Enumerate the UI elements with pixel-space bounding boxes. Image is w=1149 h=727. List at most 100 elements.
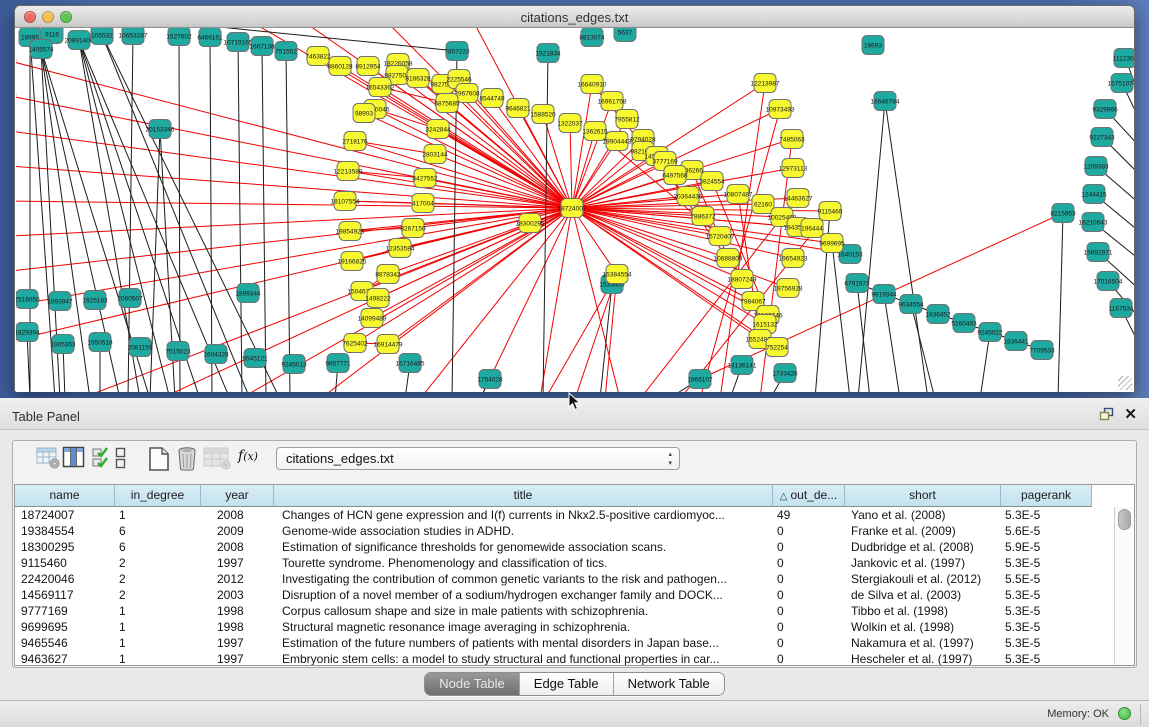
graph-node[interactable]: 9227343 xyxy=(1089,128,1115,147)
table-cell[interactable]: Stergiakouli et al. (2012) xyxy=(845,571,1001,587)
graph-edge[interactable] xyxy=(238,42,242,392)
table-cell[interactable]: 2 xyxy=(115,571,201,587)
table-cell[interactable]: 5.9E-5 xyxy=(1001,539,1092,555)
graph-node[interactable]: 1667138 xyxy=(249,37,275,56)
table-cell[interactable]: 1 xyxy=(115,603,201,619)
graph-node[interactable]: 14099489 xyxy=(358,309,387,328)
graph-node[interactable]: 8267150 xyxy=(400,219,426,238)
graph-edge[interactable] xyxy=(262,46,266,392)
graph-node[interactable]: 8544749 xyxy=(479,89,505,108)
column-header-in_degree[interactable]: in_degree xyxy=(115,485,201,507)
table-cell[interactable]: 1 xyxy=(115,635,201,651)
graph-node[interactable]: 1899344 xyxy=(235,284,261,303)
table-select-dropdown[interactable]: citations_edges.txt ▴▾ xyxy=(276,447,680,470)
graph-node[interactable]: 1498222 xyxy=(365,289,391,308)
graph-node[interactable]: 6791973 xyxy=(844,274,870,293)
graph-node[interactable]: 7485063 xyxy=(779,130,805,149)
graph-node[interactable]: 1244415 xyxy=(1081,185,1107,204)
table-row[interactable]: 969969511998Structural magnetic resonanc… xyxy=(15,619,1092,635)
graph-node[interactable]: 9329966 xyxy=(1092,100,1118,119)
graph-node[interactable]: 417004 xyxy=(412,194,434,213)
table-cell[interactable]: de Silva et al. (2003) xyxy=(845,587,1001,603)
table-cell[interactable]: 2009 xyxy=(201,523,274,539)
table-row[interactable]: 1830029562008Estimation of significance … xyxy=(15,539,1092,555)
table-row[interactable]: 946362711997Embryonic stem cells: a mode… xyxy=(15,651,1092,666)
graph-node[interactable]: 19756928 xyxy=(774,279,803,298)
graph-node[interactable]: 5875685 xyxy=(434,94,460,113)
table-settings-icon[interactable] xyxy=(36,446,61,470)
graph-node[interactable]: 8186328 xyxy=(405,69,431,88)
graph-node[interactable]: 8215953 xyxy=(1050,204,1076,223)
graph-node[interactable]: 9245013 xyxy=(281,355,307,374)
graph-node[interactable]: 3242844 xyxy=(425,120,451,139)
table-cell[interactable]: 2008 xyxy=(201,507,274,523)
column-header-title[interactable]: title xyxy=(274,485,773,507)
graph-node[interactable]: 196444 xyxy=(801,219,823,238)
graph-node[interactable]: 9245022 xyxy=(977,323,1003,342)
graph-node[interactable]: 16648784 xyxy=(871,92,900,111)
graph-node[interactable]: 1209383 xyxy=(1083,157,1109,176)
table-cell[interactable]: 9465546 xyxy=(15,635,115,651)
table-cell[interactable]: Genome-wide association studies in ADHD. xyxy=(274,523,773,539)
table-cell[interactable]: 14569117 xyxy=(15,587,115,603)
table-cell[interactable]: 5.3E-5 xyxy=(1001,619,1092,635)
graph-node[interactable]: 1866107 xyxy=(687,370,713,389)
scrollbar-thumb[interactable] xyxy=(1118,509,1131,530)
graph-node[interactable]: 1829394 xyxy=(16,323,40,342)
close-panel-icon[interactable]: ✕ xyxy=(1124,405,1137,423)
row-height-icon[interactable] xyxy=(114,446,126,470)
table-cell[interactable]: 2008 xyxy=(201,539,274,555)
table-cell[interactable]: Dudbridge et al. (2008) xyxy=(845,539,1001,555)
function-builder-icon[interactable]: f(x) xyxy=(238,448,258,464)
graph-edge[interactable] xyxy=(102,35,250,392)
graph-edge[interactable] xyxy=(570,123,572,208)
graph-node[interactable]: 8813074 xyxy=(579,28,605,47)
table-cell[interactable]: 18300295 xyxy=(15,539,115,555)
graph-node[interactable]: 1112304 xyxy=(1113,49,1134,68)
table-cell[interactable]: 9699695 xyxy=(15,619,115,635)
graph-node[interactable]: 19166825 xyxy=(338,252,367,271)
graph-node[interactable]: 8860128 xyxy=(327,57,353,76)
table-cell[interactable]: 1998 xyxy=(201,619,274,635)
table-cell[interactable]: 1997 xyxy=(201,555,274,571)
graph-node[interactable]: 1921834 xyxy=(535,44,561,63)
table-cell[interactable]: 2 xyxy=(115,555,201,571)
graph-node[interactable]: 9634554 xyxy=(898,295,924,314)
tab-node-table[interactable]: Node Table xyxy=(425,673,520,695)
node-table[interactable]: namein_degreeyeartitle△out_de...shortpag… xyxy=(14,484,1135,666)
graph-node[interactable]: 62160 xyxy=(752,195,774,214)
graph-node[interactable]: 1167534 xyxy=(1109,299,1134,318)
graph-node[interactable]: 18300295 xyxy=(516,214,545,233)
table-cell[interactable]: 1 xyxy=(115,619,201,635)
graph-node[interactable]: 1733426 xyxy=(772,364,798,383)
graph-edge[interactable] xyxy=(884,294,900,392)
graph-node[interactable]: 2516050 xyxy=(16,290,40,309)
graph-node[interactable]: 2081159 xyxy=(128,338,153,357)
graph-edge[interactable] xyxy=(210,37,212,392)
graph-edge[interactable] xyxy=(16,208,572,236)
graph-node[interactable]: 8427552 xyxy=(412,169,438,188)
table-cell[interactable]: Jankovic et al. (1997) xyxy=(845,555,1001,571)
graph-node[interactable]: 1405574 xyxy=(28,40,54,59)
select-all-columns-icon[interactable] xyxy=(92,446,112,470)
table-cell[interactable]: 2 xyxy=(115,587,201,603)
graph-node[interactable]: 8878342 xyxy=(375,265,401,284)
table-row[interactable]: 911546021997Tourette syndrome. Phenomeno… xyxy=(15,555,1092,571)
graph-node[interactable]: 15384554 xyxy=(603,265,632,284)
table-cell[interactable]: 5.3E-5 xyxy=(1001,651,1092,666)
tab-edge-table[interactable]: Edge Table xyxy=(520,673,614,695)
table-cell[interactable]: 0 xyxy=(773,603,845,619)
table-cell[interactable]: 6 xyxy=(115,523,201,539)
table-cell[interactable]: Yano et al. (2008) xyxy=(845,507,1001,523)
graph-node[interactable]: 1604328 xyxy=(203,345,229,364)
graph-node[interactable]: 1893947 xyxy=(47,292,73,311)
graph-node[interactable]: 9115460 xyxy=(818,202,843,221)
graph-edge[interactable] xyxy=(1058,213,1063,392)
table-row[interactable]: 2242004622012Investigating the contribut… xyxy=(15,571,1092,587)
table-cell[interactable]: 1 xyxy=(115,507,201,523)
table-cell[interactable]: 0 xyxy=(773,571,845,587)
graph-node[interactable]: 9919344 xyxy=(871,285,897,304)
graph-node[interactable]: 9545121 xyxy=(242,349,268,368)
table-cell[interactable]: Nakamura et al. (1997) xyxy=(845,635,1001,651)
vertical-scrollbar[interactable] xyxy=(1114,507,1134,665)
